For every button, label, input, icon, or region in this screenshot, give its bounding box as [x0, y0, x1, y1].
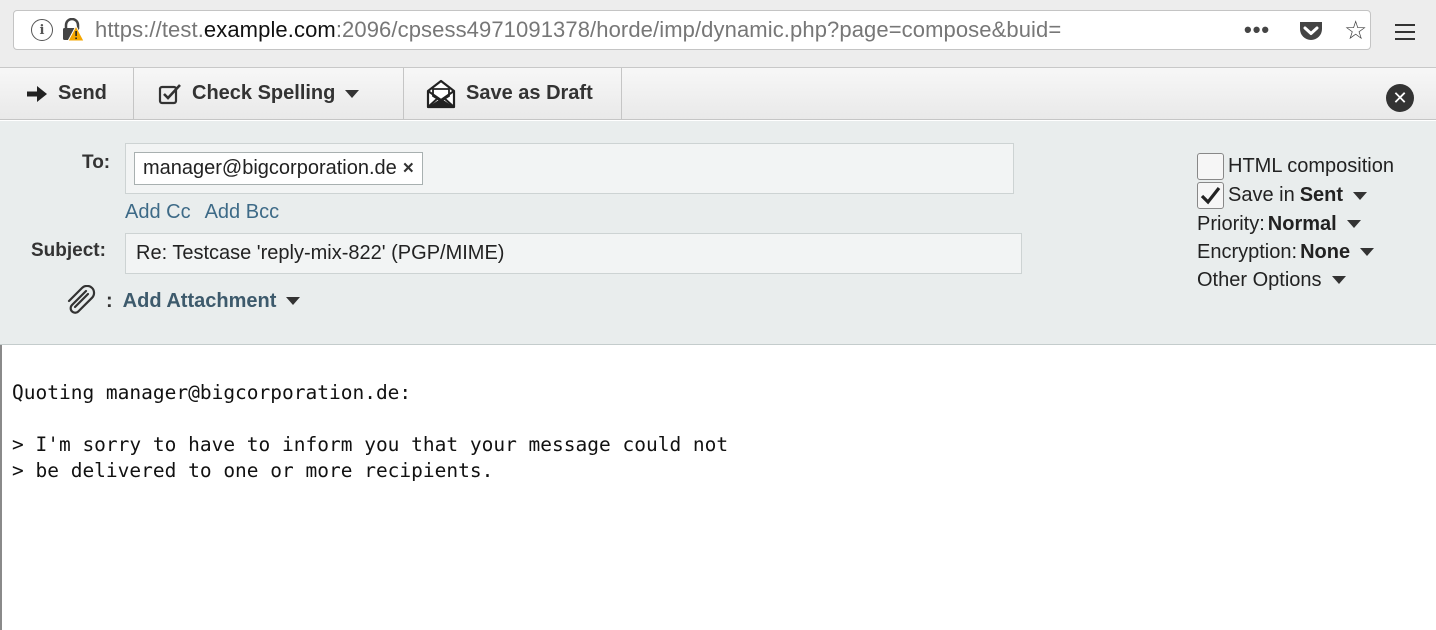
- info-icon[interactable]: i: [31, 19, 53, 41]
- compose-toolbar: Send Check Spelling Save as Draft: [0, 68, 1436, 120]
- checkbox-edit-icon: [158, 83, 181, 104]
- encryption-value[interactable]: None: [1300, 241, 1350, 264]
- paperclip-icon: [67, 285, 96, 314]
- encryption-option[interactable]: Encryption: None: [1197, 238, 1394, 266]
- html-composition-option[interactable]: HTML composition: [1197, 152, 1394, 181]
- save-in-value[interactable]: Sent: [1300, 184, 1343, 207]
- chevron-down-icon[interactable]: [1360, 248, 1375, 256]
- body-line: > be delivered to one or more recipients…: [12, 459, 494, 482]
- compose-options: HTML composition Save in Sent Priority: No…: [1197, 152, 1394, 294]
- add-cc-link[interactable]: Add Cc: [125, 201, 191, 223]
- attachment-row: : Add Attachment: [64, 285, 301, 317]
- subject-field[interactable]: Re: Testcase 'reply-mix-822' (PGP/MIME): [125, 233, 1022, 274]
- close-icon[interactable]: ✕: [1386, 84, 1414, 112]
- other-options-label: Other Options: [1197, 268, 1322, 291]
- subject-label: Subject:: [31, 240, 106, 261]
- insecure-lock-icon[interactable]: [62, 17, 85, 42]
- send-button[interactable]: Send: [0, 68, 134, 119]
- chevron-down-icon[interactable]: [286, 297, 301, 305]
- check-spelling-button[interactable]: Check Spelling: [134, 68, 404, 119]
- body-line: [12, 406, 728, 432]
- more-icon[interactable]: •••: [1244, 17, 1270, 43]
- chevron-down-icon[interactable]: [1331, 276, 1346, 284]
- priority-label: Priority:: [1197, 212, 1265, 235]
- recipient-address: manager@bigcorporation.de: [143, 157, 397, 179]
- save-in-label: Save in: [1228, 184, 1295, 206]
- url-host: example.com: [203, 17, 336, 42]
- add-recipient-links: Add Cc Add Bcc: [125, 201, 293, 224]
- encryption-label: Encryption:: [1197, 240, 1298, 263]
- url-text[interactable]: https://test.example.com:2096/cpsess4971…: [95, 17, 1205, 43]
- pocket-icon[interactable]: [1298, 20, 1324, 47]
- chevron-down-icon[interactable]: [1353, 191, 1368, 200]
- body-left-border: [0, 345, 2, 630]
- to-label: To:: [82, 152, 111, 173]
- body-line: > I'm sorry to have to inform you that y…: [12, 433, 729, 456]
- html-composition-checkbox[interactable]: [1197, 153, 1224, 180]
- recipient-chip[interactable]: manager@bigcorporation.de ×: [134, 152, 423, 185]
- send-label: Send: [58, 82, 107, 104]
- menu-icon[interactable]: [1395, 24, 1415, 40]
- chevron-down-icon[interactable]: [1346, 220, 1361, 228]
- compose-headers: To: manager@bigcorporation.de × Add Cc Ad…: [0, 121, 1436, 345]
- star-icon[interactable]: ☆: [1344, 17, 1367, 43]
- save-in-sent-option[interactable]: Save in Sent: [1197, 181, 1394, 210]
- other-options[interactable]: Other Options: [1197, 266, 1394, 294]
- attachment-colon: :: [106, 289, 113, 312]
- to-field[interactable]: manager@bigcorporation.de ×: [125, 143, 1014, 194]
- envelope-open-icon: [426, 79, 456, 108]
- add-attachment-link[interactable]: Add Attachment: [123, 290, 277, 313]
- save-draft-button[interactable]: Save as Draft: [404, 68, 622, 119]
- arrow-right-icon: [27, 85, 47, 102]
- remove-recipient-icon[interactable]: ×: [403, 158, 414, 180]
- html-composition-label: HTML composition: [1228, 155, 1394, 177]
- url-rest: :2096/cpsess4971091378/horde/imp/dynamic…: [335, 17, 1062, 42]
- checkmark-icon: [1200, 187, 1221, 205]
- priority-value[interactable]: Normal: [1268, 213, 1337, 236]
- message-body[interactable]: Quoting manager@bigcorporation.de: > I'm …: [12, 380, 728, 484]
- url-prefix: https://test.: [95, 17, 204, 42]
- save-draft-label: Save as Draft: [466, 82, 593, 104]
- save-in-sent-checkbox[interactable]: [1197, 182, 1224, 209]
- url-bar[interactable]: i https://test.example.com:2096/cpsess49…: [13, 10, 1371, 50]
- add-bcc-link[interactable]: Add Bcc: [205, 201, 279, 223]
- body-line: Quoting manager@bigcorporation.de:: [12, 381, 412, 404]
- browser-bar: i https://test.example.com:2096/cpsess49…: [0, 0, 1436, 68]
- priority-option[interactable]: Priority: Normal: [1197, 210, 1394, 238]
- check-spelling-label: Check Spelling: [192, 82, 336, 104]
- chevron-down-icon[interactable]: [345, 89, 360, 98]
